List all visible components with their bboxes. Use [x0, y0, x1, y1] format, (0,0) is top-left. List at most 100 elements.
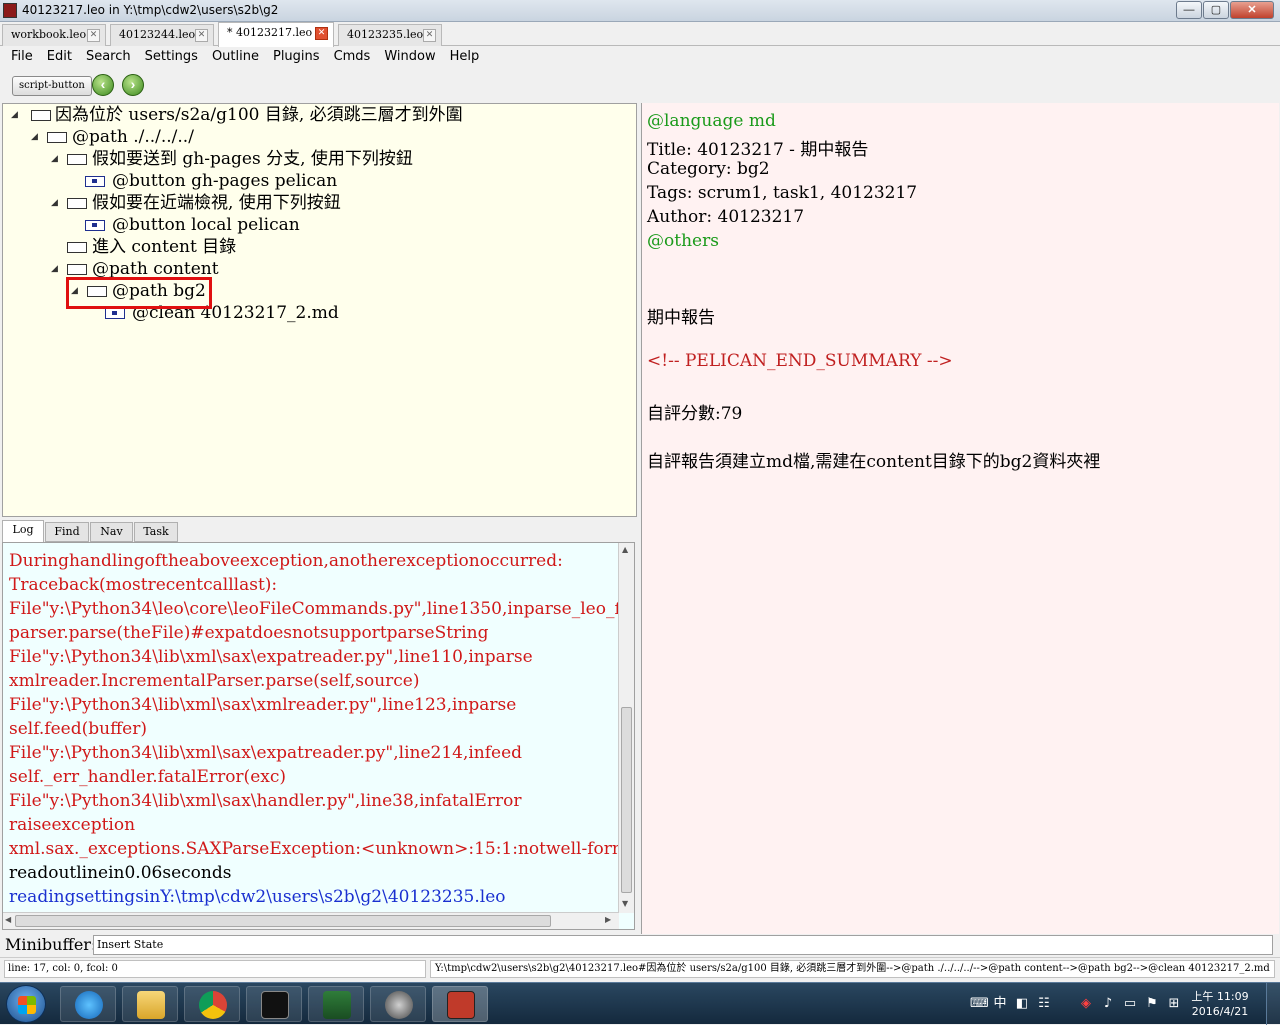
show-desktop-button[interactable] [1266, 983, 1280, 1025]
tab-log[interactable]: Log [2, 520, 44, 542]
forward-arrow-icon[interactable]: › [122, 74, 144, 96]
menu-window[interactable]: Window [377, 47, 442, 68]
scrollbar-thumb[interactable] [621, 707, 632, 893]
log-line: File"y:\Python34\leo\core\leoFileCommand… [9, 599, 635, 619]
log-line: File"y:\Python34\lib\xml\sax\expatreader… [9, 743, 523, 763]
log-line: readingsettingsinY:\tmp\cdw2\users\s2b\g… [9, 887, 506, 907]
file-tab-bar: workbook.leo ✕ 40123244.leo ✕ * 40123217… [0, 22, 1280, 47]
explorer-icon[interactable] [122, 986, 178, 1022]
menu-plugins[interactable]: Plugins [266, 47, 327, 68]
ie-icon[interactable] [60, 986, 116, 1022]
log-horizontal-scrollbar[interactable]: ◀ ▶ [3, 912, 619, 929]
outline-pane[interactable]: ◢ 因為位於 users/s2a/g100 目錄, 必須跳三層才到外圍 ◢ @p… [2, 103, 637, 517]
title-bar: 40123217.leo in Y:\tmp\cdw2\users\s2b\g2… [0, 0, 1280, 22]
ime-tools-icon[interactable]: ⌨ [970, 996, 989, 1012]
menu-file[interactable]: File [4, 47, 40, 68]
log-line: xml.sax._exceptions.SAXParseException:<u… [9, 839, 634, 859]
file-tab-label: * 40123217.leo [227, 26, 313, 39]
log-line: File"y:\Python34\lib\xml\sax\expatreader… [9, 647, 533, 667]
minibuffer: Minibuffer: Insert State [0, 934, 1280, 956]
scroll-left-icon[interactable]: ◀ [5, 915, 11, 924]
file-tab-40123244[interactable]: 40123244.leo ✕ [110, 24, 214, 46]
scroll-up-icon[interactable]: ▲ [622, 545, 628, 554]
file-tab-40123217[interactable]: * 40123217.leo ✕ [218, 22, 334, 47]
clock-date: 2016/4/21 [1191, 1005, 1249, 1018]
file-tab-label: 40123244.leo [119, 28, 196, 41]
menu-cmds[interactable]: Cmds [327, 47, 378, 68]
scroll-right-icon[interactable]: ▶ [605, 915, 611, 924]
node-label: @button local pelican [112, 215, 300, 235]
menu-search[interactable]: Search [79, 47, 138, 68]
volume-icon[interactable]: ♪ [1100, 996, 1116, 1012]
scrollbar-thumb[interactable] [15, 915, 551, 927]
windows-taskbar: ⌨ 中 ◧ ☷ ◈ ♪ ▭ ⚑ ⊞ 上午 11:09 2016/4/21 [0, 982, 1280, 1025]
network-icon[interactable]: ▭ [1122, 996, 1138, 1012]
body-line: Category: bg2 [647, 159, 770, 179]
status-node-path: Y:\tmp\cdw2\users\s2b\g2\40123217.leo#因為… [430, 960, 1275, 978]
menu-outline[interactable]: Outline [205, 47, 266, 68]
clone-node-icon [85, 176, 105, 187]
tab-find[interactable]: Find [45, 522, 89, 542]
expand-triangle-icon[interactable]: ◢ [51, 148, 61, 170]
clock-time: 上午 11:09 [1191, 990, 1249, 1003]
scroll-down-icon[interactable]: ▼ [622, 899, 628, 908]
clone-node-icon [85, 220, 105, 231]
clock[interactable]: 上午 11:09 2016/4/21 [1188, 989, 1252, 1019]
log-pane[interactable]: Duringhandlingoftheaboveexception,anothe… [2, 542, 635, 930]
node-icon [67, 264, 87, 275]
node-label: @path ./../../../ [72, 127, 194, 147]
chrome-icon[interactable] [184, 986, 240, 1022]
close-tab-icon[interactable]: ✕ [423, 29, 436, 42]
close-tab-icon[interactable]: ✕ [195, 29, 208, 42]
node-label: 假如要在近端檢視, 使用下列按鈕 [92, 193, 341, 213]
expand-triangle-icon[interactable]: ◢ [51, 192, 61, 214]
window-controls: — ▢ ✕ [1176, 1, 1274, 19]
body-line: @language md [647, 111, 776, 131]
maximize-button[interactable]: ▢ [1203, 1, 1229, 19]
close-button[interactable]: ✕ [1230, 1, 1274, 19]
log-line: xmlreader.IncrementalParser.parse(self,s… [9, 671, 420, 691]
antivirus-icon[interactable]: ◈ [1078, 996, 1094, 1012]
expand-triangle-icon[interactable]: ◢ [11, 104, 21, 126]
action-center-flag-icon[interactable]: ⚑ [1144, 996, 1160, 1012]
body-line: 期中報告 [647, 308, 715, 328]
log-line: parser.parse(theFile)#expatdoesnotsuppor… [9, 623, 489, 643]
tab-nav[interactable]: Nav [90, 522, 133, 542]
minimize-button[interactable]: — [1176, 1, 1202, 19]
close-tab-icon[interactable]: ✕ [315, 27, 328, 40]
file-tab-40123235[interactable]: 40123235.leo ✕ [338, 24, 442, 46]
log-line: Duringhandlingoftheaboveexception,anothe… [9, 551, 563, 571]
status-bar: line: 17, col: 0, fcol: 0 Y:\tmp\cdw2\us… [0, 957, 1280, 979]
log-vertical-scrollbar[interactable]: ▲ ▼ [618, 543, 634, 913]
ime-settings-icon[interactable]: ☷ [1036, 996, 1052, 1012]
expand-triangle-icon[interactable]: ◢ [51, 258, 61, 280]
minibuffer-input[interactable]: Insert State [93, 935, 1273, 955]
show-hidden-icons-icon[interactable]: ⊞ [1166, 996, 1182, 1012]
menu-settings[interactable]: Settings [138, 47, 205, 68]
log-line: self._err_handler.fatalError(exc) [9, 767, 286, 787]
script-button[interactable]: script-button [12, 76, 92, 96]
start-button[interactable] [6, 985, 46, 1023]
file-tab-workbook[interactable]: workbook.leo ✕ [2, 24, 106, 46]
cmd-icon[interactable] [246, 986, 302, 1022]
ime-language-indicator[interactable]: 中 [992, 996, 1008, 1012]
globe-icon[interactable] [370, 986, 426, 1022]
tab-task[interactable]: Task [134, 522, 178, 542]
ime-halfwidth-icon[interactable]: ◧ [1014, 996, 1030, 1012]
file-tab-label: workbook.leo [11, 28, 87, 41]
body-line: @others [647, 231, 719, 251]
body-line: 自評分數:79 [647, 404, 743, 424]
menu-edit[interactable]: Edit [40, 47, 79, 68]
windows-logo-icon [18, 996, 36, 1014]
node-icon [31, 110, 51, 121]
node-icon [47, 132, 67, 143]
back-arrow-icon[interactable]: ‹ [92, 74, 114, 96]
notepad-icon[interactable] [308, 986, 364, 1022]
window-title: 40123217.leo in Y:\tmp\cdw2\users\s2b\g2 [22, 3, 279, 17]
body-editor[interactable]: @language md Title: 40123217 - 期中報告 Cate… [641, 103, 1279, 934]
menu-help[interactable]: Help [443, 47, 487, 68]
expand-triangle-icon[interactable]: ◢ [31, 126, 41, 148]
close-tab-icon[interactable]: ✕ [87, 29, 100, 42]
leo-icon[interactable] [432, 986, 488, 1022]
toolbar: script-button ‹ › [0, 70, 1280, 102]
